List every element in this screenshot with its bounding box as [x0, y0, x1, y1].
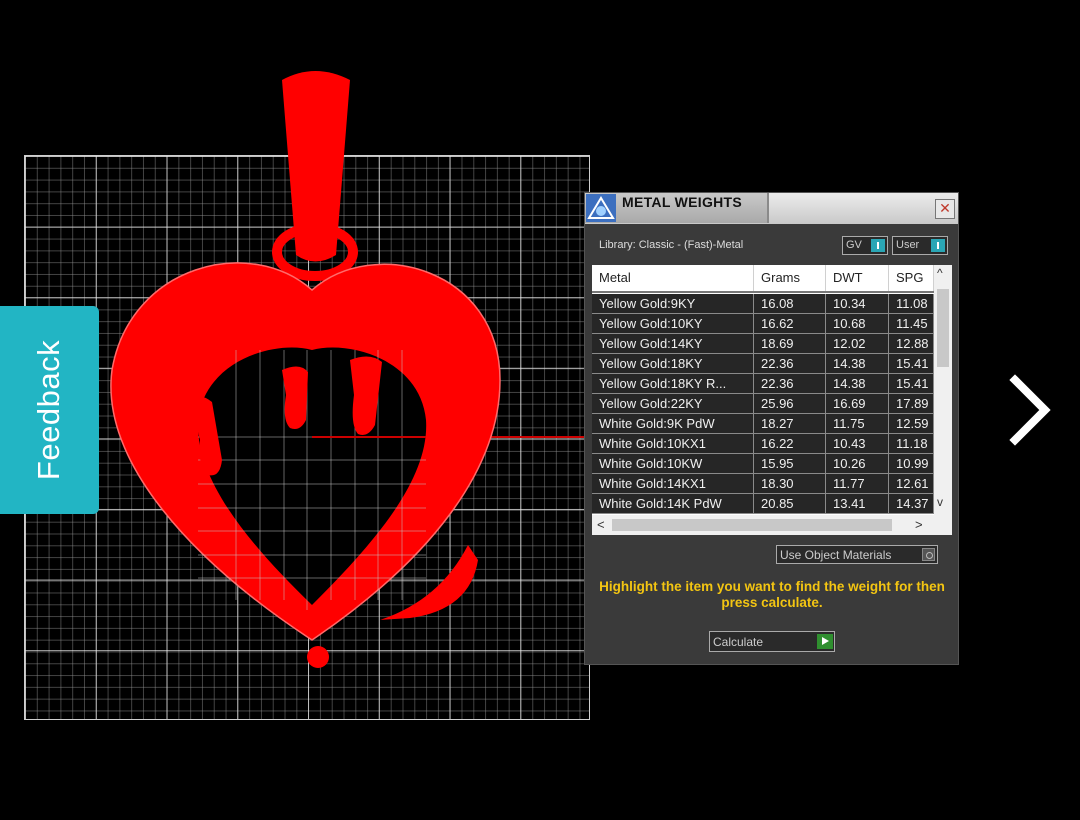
table-row[interactable]: Yellow Gold:18KY R... 22.36 14.38 15.41	[592, 374, 934, 394]
scroll-right-icon[interactable]: >	[915, 517, 923, 532]
cell-spg: 14.37	[889, 494, 934, 513]
use-object-materials-option[interactable]: Use Object Materials	[776, 545, 938, 564]
toggle-knob-icon	[931, 239, 945, 252]
cell-spg: 10.99	[889, 454, 934, 473]
cell-dwt: 12.02	[826, 334, 889, 353]
cell-metal: Yellow Gold:9KY	[592, 294, 754, 313]
cell-grams: 16.22	[754, 434, 826, 453]
cell-metal: White Gold:9K PdW	[592, 414, 754, 433]
cell-grams: 22.36	[754, 374, 826, 393]
use-object-materials-label: Use Object Materials	[780, 548, 892, 562]
table-row[interactable]: White Gold:14K PdW 20.85 13.41 14.37	[592, 494, 934, 514]
cell-spg: 12.61	[889, 474, 934, 493]
scroll-thumb[interactable]	[937, 289, 949, 367]
cell-spg: 15.41	[889, 374, 934, 393]
cell-spg: 12.88	[889, 334, 934, 353]
column-header-dwt[interactable]: DWT	[826, 265, 889, 291]
cell-metal: Yellow Gold:18KY	[592, 354, 754, 373]
cell-metal: White Gold:10KW	[592, 454, 754, 473]
cell-grams: 18.69	[754, 334, 826, 353]
table-row[interactable]: Yellow Gold:18KY 22.36 14.38 15.41	[592, 354, 934, 374]
cell-spg: 11.18	[889, 434, 934, 453]
user-toggle[interactable]: User	[892, 236, 948, 255]
cell-dwt: 10.43	[826, 434, 889, 453]
chevron-right-icon[interactable]	[1005, 372, 1055, 448]
table-row[interactable]: White Gold:9K PdW 18.27 11.75 12.59	[592, 414, 934, 434]
table-row[interactable]: White Gold:10KX1 16.22 10.43 11.18	[592, 434, 934, 454]
cell-dwt: 10.34	[826, 294, 889, 313]
cell-spg: 12.59	[889, 414, 934, 433]
viewport-grid[interactable]	[24, 155, 590, 720]
table-row[interactable]: White Gold:10KW 15.95 10.26 10.99	[592, 454, 934, 474]
cell-dwt: 13.41	[826, 494, 889, 513]
cell-metal: Yellow Gold:22KY	[592, 394, 754, 413]
play-icon	[817, 634, 833, 649]
cell-dwt: 11.75	[826, 414, 889, 433]
column-header-spg[interactable]: SPG	[889, 265, 934, 291]
cell-grams: 18.30	[754, 474, 826, 493]
metal-table: Metal Grams DWT SPG Yellow Gold:9KY 16.08…	[592, 265, 952, 535]
cell-grams: 18.27	[754, 414, 826, 433]
calculate-label: Calculate	[713, 635, 764, 649]
toggle-knob-icon	[871, 239, 885, 252]
scroll-up-icon[interactable]: ^	[937, 266, 943, 280]
calculate-button[interactable]: Calculate	[709, 631, 835, 652]
app-logo-icon	[586, 194, 616, 222]
cell-metal: Yellow Gold:18KY R...	[592, 374, 754, 393]
cell-spg: 11.45	[889, 314, 934, 333]
cell-grams: 15.95	[754, 454, 826, 473]
gv-toggle[interactable]: GV	[842, 236, 888, 255]
cell-metal: White Gold:14KX1	[592, 474, 754, 493]
table-header: Metal Grams DWT SPG	[592, 265, 934, 293]
cell-grams: 22.36	[754, 354, 826, 373]
cell-grams: 16.62	[754, 314, 826, 333]
close-icon[interactable]: ✕	[935, 199, 955, 219]
hscroll-thumb[interactable]	[612, 519, 892, 531]
scroll-down-icon[interactable]: v	[937, 495, 943, 509]
cell-dwt: 10.68	[826, 314, 889, 333]
scroll-left-icon[interactable]: <	[597, 517, 605, 532]
user-toggle-label: User	[896, 239, 920, 251]
feedback-tab[interactable]: Feedback	[0, 306, 99, 514]
library-label: Library: Classic - (Fast)-Metal	[599, 239, 744, 251]
instructions-text: Highlight the item you want to find the …	[599, 579, 945, 610]
table-row[interactable]: Yellow Gold:22KY 25.96 16.69 17.89	[592, 394, 934, 414]
cell-dwt: 16.69	[826, 394, 889, 413]
cell-grams: 16.08	[754, 294, 826, 313]
cell-dwt: 10.26	[826, 454, 889, 473]
cell-grams: 20.85	[754, 494, 826, 513]
cell-metal: Yellow Gold:10KY	[592, 314, 754, 333]
title-tab: METAL WEIGHTS	[585, 193, 769, 223]
cell-metal: Yellow Gold:14KY	[592, 334, 754, 353]
cell-spg: 15.41	[889, 354, 934, 373]
cell-dwt: 14.38	[826, 354, 889, 373]
table-body: Yellow Gold:9KY 16.08 10.34 11.08 Yellow Gol…	[592, 294, 934, 514]
column-header-metal[interactable]: Metal	[592, 265, 754, 291]
cell-metal: White Gold:10KX1	[592, 434, 754, 453]
table-row[interactable]: Yellow Gold:14KY 18.69 12.02 12.88	[592, 334, 934, 354]
gv-toggle-label: GV	[846, 239, 862, 251]
horizontal-scrollbar[interactable]: < >	[592, 515, 952, 535]
table-row[interactable]: Yellow Gold:10KY 16.62 10.68 11.45	[592, 314, 934, 334]
cell-grams: 25.96	[754, 394, 826, 413]
feedback-label: Feedback	[31, 339, 67, 481]
vertical-scrollbar[interactable]: ^ v	[934, 265, 952, 515]
cell-dwt: 14.38	[826, 374, 889, 393]
radio-icon[interactable]	[922, 548, 935, 561]
dialog-titlebar[interactable]: METAL WEIGHTS ✕	[585, 193, 958, 224]
metal-weights-dialog: METAL WEIGHTS ✕ Library: Classic - (Fast…	[584, 192, 959, 665]
cell-spg: 11.08	[889, 294, 934, 313]
table-row[interactable]: White Gold:14KX1 18.30 11.77 12.61	[592, 474, 934, 494]
cell-metal: White Gold:14K PdW	[592, 494, 754, 513]
cell-dwt: 11.77	[826, 474, 889, 493]
table-row[interactable]: Yellow Gold:9KY 16.08 10.34 11.08	[592, 294, 934, 314]
column-header-grams[interactable]: Grams	[754, 265, 826, 291]
cell-spg: 17.89	[889, 394, 934, 413]
dialog-title: METAL WEIGHTS	[622, 194, 743, 210]
